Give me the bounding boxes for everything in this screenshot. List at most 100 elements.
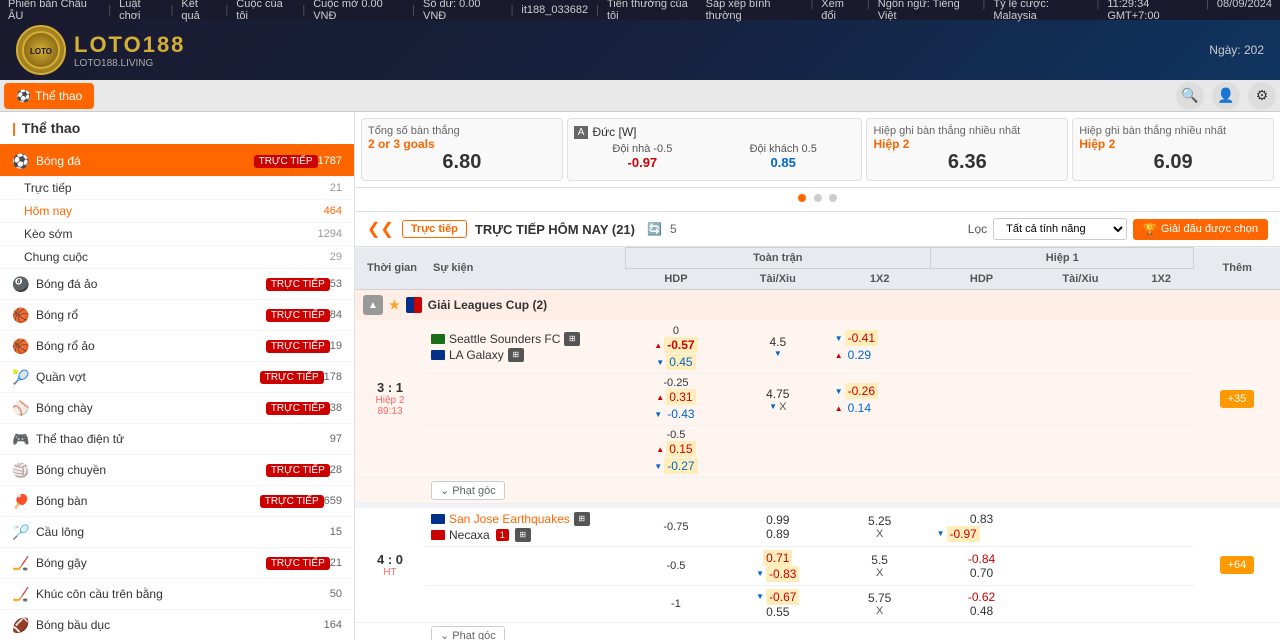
collapse-all-button[interactable]: ❮❮ <box>367 219 394 239</box>
sidebar-item-bongdaao[interactable]: 🎱 Bóng đá ảo TRỰC TIẾP 53 <box>0 269 354 300</box>
bongro-icon: 🏀 <box>12 306 30 324</box>
svg-text:LOTO: LOTO <box>30 47 52 56</box>
seattle-hdp-val1[interactable]: -0.57 <box>664 337 697 353</box>
sidebar-item-bongchuyen[interactable]: 🏐 Bóng chuyền TRỰC TIẾP 28 <box>0 455 354 486</box>
nav-tyle[interactable]: Tỷ lệ cược: Malaysia <box>993 0 1088 22</box>
penalty-button-seattle[interactable]: ⌄ Phạt góc <box>431 481 505 500</box>
dot-active[interactable] <box>798 194 806 202</box>
sidebar-item-bongroao[interactable]: 🏀 Bóng rổ ảo TRỰC TIẾP 19 <box>0 331 354 362</box>
sidebar-item-khucconcau[interactable]: 🏒 Khúc côn cầu trên bằng 50 <box>0 579 354 610</box>
seattle-more-cell: +35 <box>1194 320 1280 478</box>
nav-ngonngu[interactable]: Ngôn ngữ: Tiếng Việt <box>878 0 975 22</box>
nav-ketqua[interactable]: Kết quả <box>181 0 217 22</box>
team-seattle: Seattle Sounders FC ⊞ <box>431 331 619 347</box>
seattle-row2-odds: ▲ 0.31 ▼ -0.43 <box>631 389 721 422</box>
nav-cuocmo[interactable]: Cuộc mở 0.00 VNĐ <box>313 0 404 22</box>
bongdaao-count: 53 <box>330 278 342 290</box>
sanjose-score: 4 : 0 <box>361 552 419 567</box>
sidebar-subitem-chungcuoc[interactable]: Chung cuộc 29 <box>0 246 354 269</box>
live-title: TRỰC TIẾP HÔM NAY (21) <box>475 222 635 237</box>
penalty-button-sanjose[interactable]: ⌄ Phạt góc <box>431 626 505 640</box>
bongdaao-live-badge: TRỰC TIẾP <box>266 278 330 291</box>
settings-button[interactable]: ⚙ <box>1248 82 1276 110</box>
seattle-more-button[interactable]: +35 <box>1220 390 1255 408</box>
seattle-row3-val1[interactable]: 0.15 <box>666 441 695 457</box>
sanjose-icon[interactable]: ⊞ <box>574 512 590 526</box>
star-cups[interactable]: ★ <box>389 298 400 312</box>
team-lagalaxy: LA Galaxy ⊞ <box>431 347 619 363</box>
sanjose-odds1[interactable]: 0.99 <box>766 513 789 527</box>
sanjose-more-button[interactable]: +64 <box>1220 556 1255 574</box>
seattle-1x2-val2[interactable]: 0.29 <box>845 347 874 363</box>
bonggay-live-badge: TRỰC TIẾP <box>266 557 330 570</box>
sanjose-half: HT <box>361 567 419 578</box>
seattle-icon[interactable]: ⊞ <box>564 332 580 346</box>
sidebar-item-quanvot[interactable]: 🎾 Quần vợt TRỰC TIẾP 178 <box>0 362 354 393</box>
th-toantran: Toàn trận <box>625 248 931 269</box>
header-date: Ngày: 202 <box>1209 43 1264 57</box>
refresh-button[interactable]: 🔄 <box>647 222 662 236</box>
sidebar-item-bongchay[interactable]: ⚾ Bóng chày TRỰC TIẾP 38 <box>0 393 354 424</box>
seattle-hdp-val2[interactable]: 0.45 <box>666 354 695 370</box>
tournament-filter-button[interactable]: 🏆 Giải đấu được chọn <box>1133 219 1268 240</box>
sanjose-odds2[interactable]: 0.89 <box>766 527 789 541</box>
sanjose-row2-x: X <box>835 567 925 579</box>
seattle-row2-odds2[interactable]: 0.14 <box>845 400 874 416</box>
sanjose-taixiu-1: 0.99 0.89 <box>727 508 829 547</box>
search-button[interactable]: 🔍 <box>1176 82 1204 110</box>
seattle-1x2-val1[interactable]: -0.41 <box>845 330 878 346</box>
nav-sapxep[interactable]: Sắp xếp bình thường <box>706 0 803 22</box>
bongro-count: 84 <box>330 309 342 321</box>
sanjose-row2-val1[interactable]: 0.71 <box>763 550 792 566</box>
bonggay-label: Bóng gậy <box>36 556 262 570</box>
sidebar-item-bongbauduc[interactable]: 🏈 Bóng bầu dục 164 <box>0 610 354 640</box>
th-hdp2: HDP <box>931 269 1033 290</box>
odds-card2-team-icon: A <box>574 126 589 139</box>
filter-select[interactable]: Tất cả tính năng <box>993 218 1127 240</box>
match-row-seattle-3: -0.5 ▲ 0.15 ▼ -0.27 <box>355 426 1280 478</box>
seattle-row3-val2[interactable]: -0.27 <box>664 458 697 474</box>
nav-xemdoi[interactable]: Xem đổi <box>821 0 859 22</box>
dot-1[interactable] <box>814 194 822 202</box>
sanjose-row2-val2[interactable]: -0.83 <box>766 566 799 582</box>
bongda-icon: ⚽ <box>12 152 30 170</box>
sidebar-subitem-keosom[interactable]: Kèo sớm 1294 <box>0 223 354 246</box>
sanjose-row3-hdp: -1 <box>625 585 727 622</box>
seattle-row2-odds1[interactable]: -0.26 <box>845 383 878 399</box>
nav-thuong[interactable]: Tiền thưởng của tôi <box>607 0 698 22</box>
user-button[interactable]: 👤 <box>1212 82 1240 110</box>
arrow-down-1: ▼ <box>656 358 664 367</box>
sidebar-item-bongban[interactable]: 🏓 Bóng bàn TRỰC TIẾP 659 <box>0 486 354 517</box>
dot-2[interactable] <box>829 194 837 202</box>
seattle-row2-val2[interactable]: -0.43 <box>664 406 697 422</box>
sanjose-1x2-vals: 0.83 ▼ -0.97 <box>931 508 1033 547</box>
sanjose-row3-taixiu-val: 5.75 <box>835 591 925 605</box>
seattle-row2-val1[interactable]: 0.31 <box>666 389 695 405</box>
logo[interactable]: LOTO LOTO188 LOTO188.LIVING <box>16 25 185 75</box>
nav-phienban[interactable]: Phiên bản Châu ÂU <box>8 0 100 22</box>
collapse-cups-button[interactable]: ▲ <box>363 295 383 315</box>
sidebar-item-caulong[interactable]: 🏸 Cầu lông 15 <box>0 517 354 548</box>
sidebar-item-bongda[interactable]: ⚽ Bóng đá TRỰC TIẾP 1787 <box>0 146 354 177</box>
sidebar-item-bongro[interactable]: 🏀 Bóng rổ TRỰC TIẾP 84 <box>0 300 354 331</box>
seattle-h1-hdp <box>931 320 1033 374</box>
match-row-sanjose-2: -0.5 0.71 ▼ -0.83 5.5 X <box>355 546 1280 585</box>
sanjose-row3-val1[interactable]: -0.67 <box>766 589 799 605</box>
sidebar-subitem-homnay[interactable]: Hôm nay 464 <box>0 200 354 223</box>
nav-cuoicuatoi[interactable]: Cuộc của tôi <box>236 0 294 22</box>
lagalaxy-icon[interactable]: ⊞ <box>508 348 524 362</box>
seattle-row3-odds-t: ▲ 0.15 <box>656 441 695 457</box>
sanjose-row2-right: -0.84 0.70 <box>931 546 1033 585</box>
necaxa-icon[interactable]: ⊞ <box>515 528 531 542</box>
sidebar-subitem-tructiep[interactable]: Trực tiếp 21 <box>0 177 354 200</box>
sanjose-taixiu-main: 5.25 <box>835 514 925 528</box>
nav-luatchoi[interactable]: Luật chơi <box>119 0 162 22</box>
nav-sodu[interactable]: Số dư: 0.00 VNĐ <box>423 0 503 22</box>
sanjose-odds-vals: 0.99 0.89 <box>733 513 823 541</box>
sanjose-right2[interactable]: -0.97 <box>947 526 980 542</box>
sidebar-item-esports[interactable]: 🎮 Thể thao điện tử 97 <box>0 424 354 455</box>
sidebar-item-bonggay[interactable]: 🏒 Bóng gậy TRỰC TIẾP 21 <box>0 548 354 579</box>
homnay-count: 464 <box>324 205 342 217</box>
chungcuoc-count: 29 <box>330 251 342 263</box>
subnav-thethao[interactable]: ⚽ Thể thao <box>4 83 94 109</box>
